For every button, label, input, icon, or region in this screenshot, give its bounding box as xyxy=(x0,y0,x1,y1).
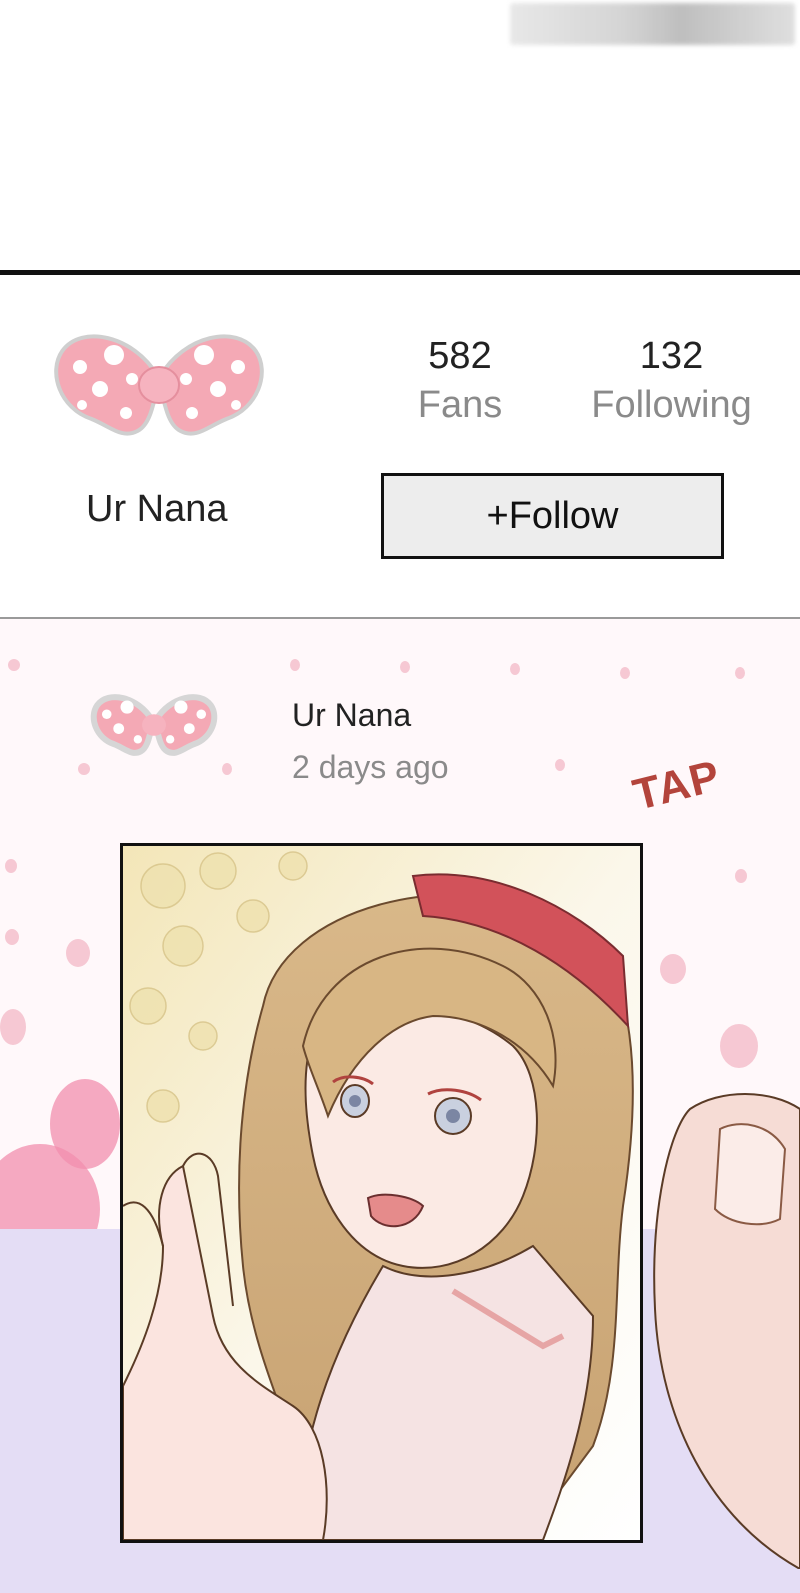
top-blank-area xyxy=(0,0,800,270)
profile-username: Ur Nana xyxy=(86,488,228,530)
bg-dot xyxy=(8,659,20,671)
fans-stat[interactable]: 582 Fans xyxy=(405,335,515,427)
bow-avatar-small-icon[interactable] xyxy=(90,689,218,761)
post-timestamp: 2 days ago xyxy=(292,749,449,785)
fans-count: 582 xyxy=(428,335,492,377)
bg-dot xyxy=(735,667,745,679)
bg-dot xyxy=(222,763,232,775)
bg-dot xyxy=(620,667,630,679)
bg-dot xyxy=(66,939,90,967)
tapping-finger xyxy=(650,1089,800,1571)
follow-button[interactable]: +Follow xyxy=(381,473,724,559)
bg-dot xyxy=(555,759,565,771)
bg-dot xyxy=(78,763,90,775)
following-label: Following xyxy=(591,384,752,426)
bg-dot xyxy=(660,954,686,984)
tap-sound-effect: TAP xyxy=(628,751,726,820)
bg-dot xyxy=(735,869,747,883)
profile-card: Ur Nana 582 Fans 132 Following +Follow xyxy=(0,275,800,617)
bg-dot xyxy=(0,1009,26,1045)
fans-label: Fans xyxy=(417,384,503,426)
bg-dot xyxy=(5,929,19,945)
bow-avatar-icon[interactable] xyxy=(52,327,266,443)
post-card: Ur Nana 2 days ago TAP xyxy=(0,619,800,1593)
bg-dot xyxy=(5,859,17,873)
post-author[interactable]: Ur Nana xyxy=(292,697,411,734)
watermark xyxy=(510,3,795,45)
post-photo[interactable] xyxy=(120,843,643,1543)
following-stat[interactable]: 132 Following xyxy=(584,335,759,427)
bg-dot xyxy=(510,663,520,675)
bg-dot xyxy=(720,1024,758,1068)
bg-dot xyxy=(400,661,410,673)
following-count: 132 xyxy=(639,335,704,377)
bg-dot xyxy=(290,659,300,671)
